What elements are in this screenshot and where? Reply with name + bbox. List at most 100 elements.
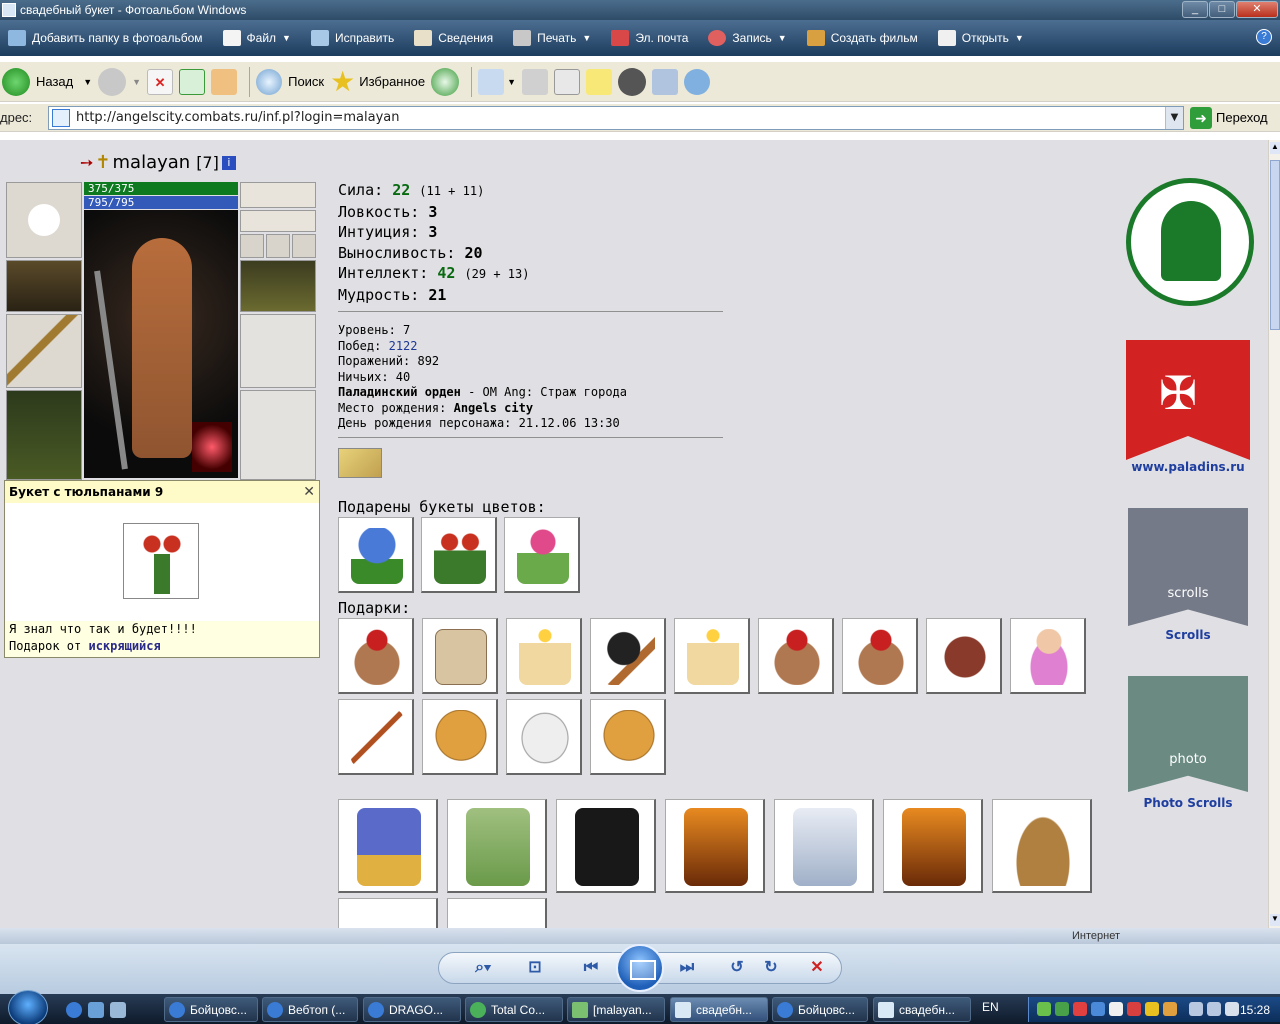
gift-lantern[interactable] [926, 618, 1002, 694]
go-button[interactable]: ➜ Переход [1190, 106, 1268, 129]
tray-app-icon[interactable] [1091, 1002, 1105, 1016]
gift-gold-medal[interactable] [422, 699, 498, 775]
gift-silver-package[interactable] [774, 799, 874, 893]
contacts-button[interactable] [684, 68, 711, 95]
forward-button[interactable]: ▼ [98, 67, 141, 96]
taskbar-button[interactable]: Бойцовс... [164, 997, 258, 1022]
vertical-scrollbar[interactable]: ▲ ▼ [1268, 140, 1280, 928]
actual-size-icon[interactable]: ⊡ [524, 958, 546, 978]
gift-candle[interactable] [506, 618, 582, 694]
gift-partial[interactable] [447, 898, 547, 928]
gift-scroll[interactable] [422, 618, 498, 694]
burn-menu[interactable]: Запись ▼ [708, 30, 787, 46]
add-folder-button[interactable]: Добавить папку в фотоальбом [8, 30, 203, 46]
mail-button[interactable]: ▼ [478, 68, 516, 95]
maximize-button[interactable]: □ [1209, 1, 1235, 18]
tray-app-icon[interactable] [1037, 1002, 1051, 1016]
edit-button[interactable] [554, 68, 581, 95]
scrolls-link[interactable]: Scrolls [1120, 628, 1256, 642]
home-button[interactable] [211, 68, 238, 95]
rotate-left-icon[interactable]: ↺ [726, 958, 748, 978]
bouquet-blue-flowers[interactable] [338, 517, 414, 593]
previous-icon[interactable]: ⏮ [580, 958, 602, 978]
boots-slot[interactable] [240, 390, 316, 480]
refresh-button[interactable] [179, 68, 206, 95]
switch-windows-icon[interactable] [110, 1002, 126, 1018]
gift-gold-medal[interactable] [590, 699, 666, 775]
volume-icon[interactable] [1207, 1002, 1221, 1016]
gloves-slot[interactable] [240, 260, 316, 312]
scroll-up-icon[interactable]: ▲ [1270, 142, 1280, 154]
print-menu[interactable]: Печать ▼ [513, 30, 591, 46]
favorites-button[interactable]: ★ Избранное [330, 67, 425, 96]
close-button[interactable]: ✕ [1236, 1, 1278, 18]
paladin-banner-icon[interactable] [1126, 340, 1250, 460]
messenger-button[interactable] [618, 67, 647, 96]
start-button[interactable] [8, 990, 48, 1024]
amulet-slot[interactable] [240, 210, 316, 232]
gift-easter-basket[interactable] [992, 799, 1092, 893]
help-icon[interactable]: ? [1256, 29, 1272, 45]
file-menu[interactable]: Файл ▼ [222, 30, 291, 46]
tray-app-icon[interactable] [1145, 1002, 1159, 1016]
clock[interactable]: 15:28 [1240, 1003, 1270, 1017]
gift-teddy-bear[interactable] [842, 618, 918, 694]
tray-app-icon[interactable] [1073, 1002, 1087, 1016]
minimize-button[interactable]: _ [1182, 1, 1208, 18]
back-button[interactable]: Назад ▼ [2, 67, 92, 96]
gift-candle[interactable] [674, 618, 750, 694]
bouquet-tulips[interactable] [421, 517, 497, 593]
gift-giver-link[interactable]: искрящийся [88, 639, 160, 653]
bouquet-pink-flowers[interactable] [504, 517, 580, 593]
gift-broom[interactable] [338, 699, 414, 775]
gift-hockey-mask[interactable] [506, 699, 582, 775]
scrollbar-thumb[interactable] [1270, 160, 1280, 330]
gift-baby-doll[interactable] [1010, 618, 1086, 694]
taskbar-button[interactable]: Total Co... [465, 997, 563, 1022]
taskbar-button[interactable]: DRAGO... [363, 997, 461, 1022]
open-menu[interactable]: Открыть ▼ [937, 30, 1024, 46]
tray-app-icon[interactable] [1163, 1002, 1177, 1016]
paladins-link[interactable]: www.paladins.ru [1120, 460, 1256, 474]
taskbar-button[interactable]: Бойцовс... [772, 997, 868, 1022]
gift-mace[interactable] [590, 618, 666, 694]
earrings-slot[interactable] [240, 182, 316, 208]
chevron-down-icon[interactable]: ▼ [1165, 106, 1183, 129]
power-icon[interactable] [1225, 1002, 1239, 1016]
gift-black-bag[interactable] [556, 799, 656, 893]
close-icon[interactable]: ✕ [303, 484, 315, 500]
taskbar-button-active[interactable]: свадебн... [670, 997, 768, 1022]
fix-button[interactable]: Исправить [310, 30, 394, 46]
info-icon[interactable]: i [221, 155, 236, 170]
scroll-down-icon[interactable]: ▼ [1270, 914, 1280, 926]
necklace-slot[interactable] [6, 182, 82, 258]
tray-app-icon[interactable] [1109, 1002, 1123, 1016]
clan-emblem-icon[interactable] [1126, 178, 1254, 306]
wedding-rings-icon[interactable] [338, 448, 382, 478]
zoom-icon[interactable]: ⌕▾ [466, 958, 500, 978]
gift-fire-poster[interactable] [665, 799, 765, 893]
taskbar-button[interactable]: Вебтоп (... [262, 997, 358, 1022]
taskbar-button[interactable]: [malayan... [567, 997, 665, 1022]
research-button[interactable] [652, 68, 679, 95]
ie-quicklaunch-icon[interactable] [66, 1002, 82, 1018]
tray-app-icon[interactable] [1055, 1002, 1069, 1016]
slideshow-button[interactable] [616, 944, 664, 992]
photo-scrolls-link[interactable]: Photo Scrolls [1120, 796, 1256, 810]
photo-scrolls-banner-icon[interactable]: photo [1128, 676, 1248, 792]
next-icon[interactable]: ⏭ [676, 958, 698, 978]
gift-boxes-ribbon[interactable] [338, 799, 438, 893]
gift-partial[interactable] [338, 898, 438, 928]
armor-slot[interactable] [6, 390, 82, 480]
notes-button[interactable] [586, 68, 613, 95]
ring-slot-2[interactable] [266, 234, 290, 258]
bracers-slot[interactable] [6, 260, 82, 312]
network-icon[interactable] [1189, 1002, 1203, 1016]
scrolls-banner-icon[interactable]: scrolls [1128, 508, 1248, 626]
print-button[interactable] [522, 68, 549, 95]
make-movie-button[interactable]: Создать фильм [806, 30, 918, 46]
shield-slot[interactable] [240, 314, 316, 388]
gift-wrapped-presents[interactable] [447, 799, 547, 893]
search-button[interactable]: Поиск [256, 68, 324, 95]
gift-teddy-bear[interactable] [758, 618, 834, 694]
